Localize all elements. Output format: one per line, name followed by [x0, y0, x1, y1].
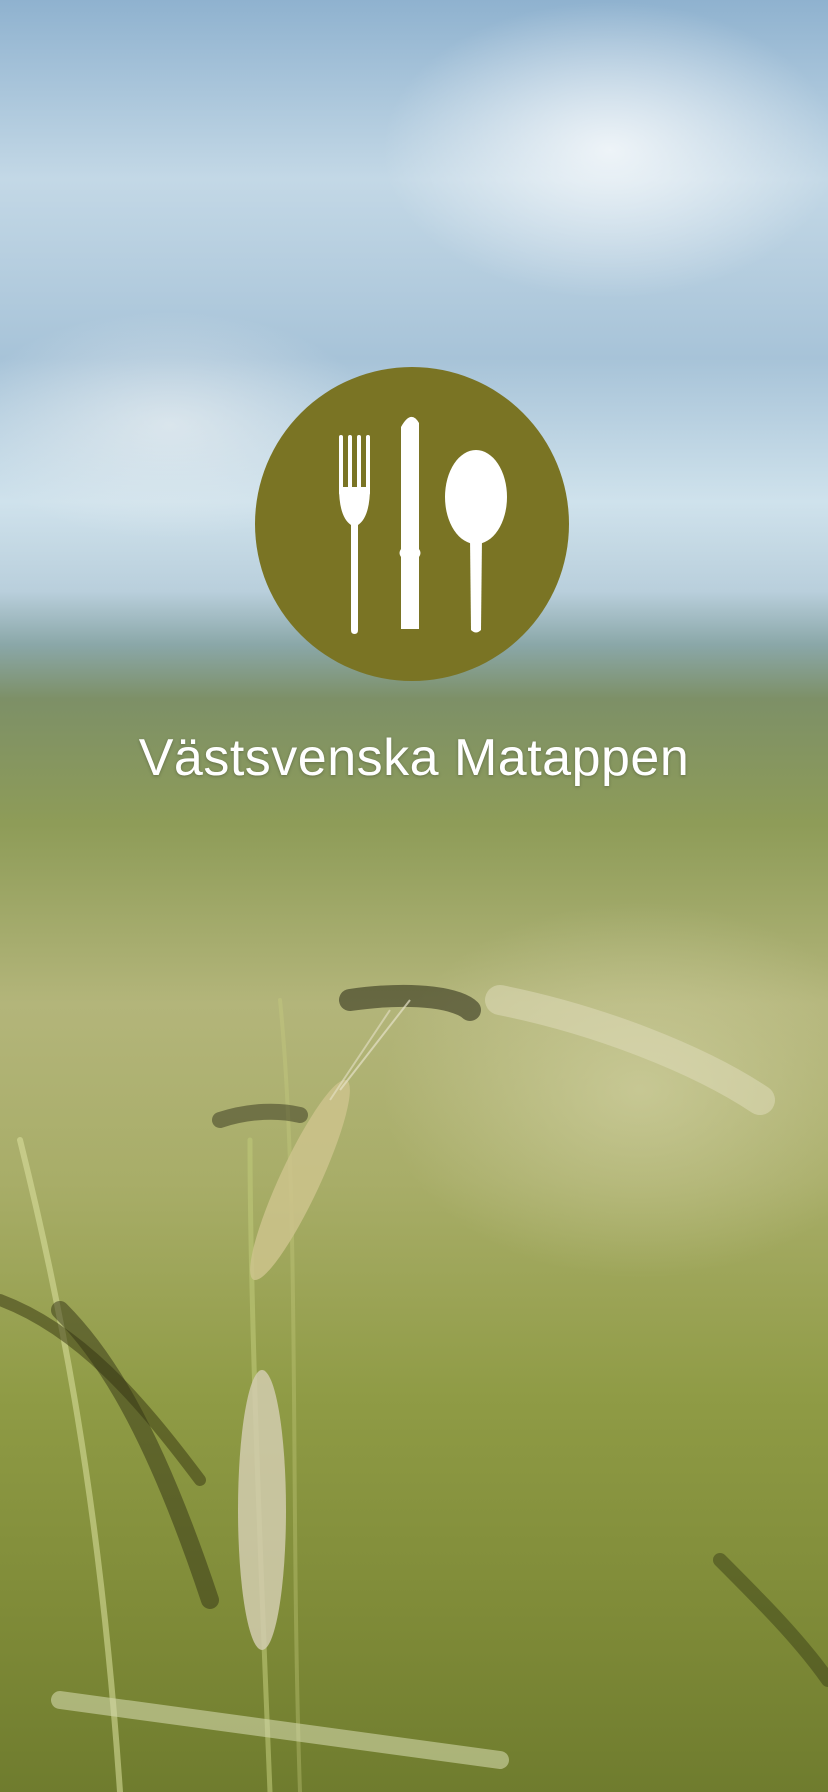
app-title: Västsvenska Matappen — [138, 729, 690, 787]
fork-icon — [339, 435, 370, 634]
spoon-icon — [445, 450, 507, 633]
splash-screen: Västsvenska Matappen — [0, 0, 828, 1792]
knife-icon — [399, 416, 421, 629]
app-logo — [255, 367, 569, 681]
wheat-field-background — [0, 984, 828, 1792]
